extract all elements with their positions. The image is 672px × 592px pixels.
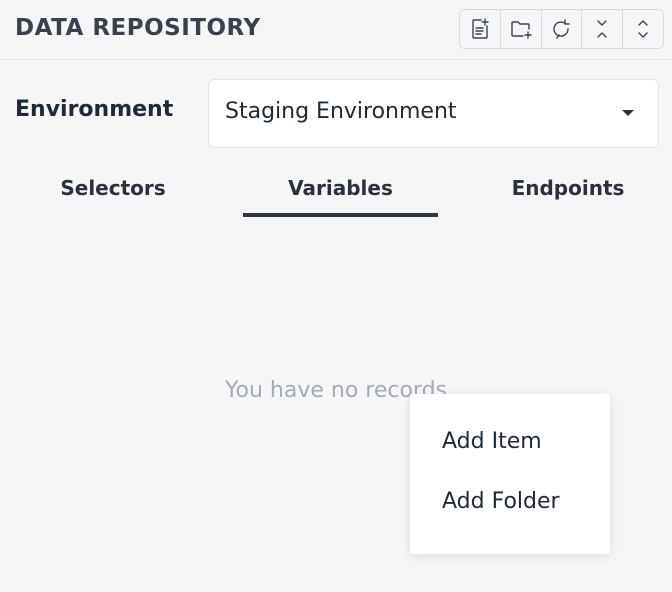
tab-bar: Selectors Variables Endpoints [0, 160, 672, 220]
new-folder-icon [510, 21, 532, 39]
new-file-icon [472, 18, 489, 39]
new-file-button[interactable] [460, 10, 501, 48]
active-tab-indicator [243, 213, 438, 217]
environment-select[interactable]: Staging Environment [208, 79, 659, 148]
collapse-all-icon [597, 20, 607, 38]
add-folder-menu-item[interactable]: Add Folder [442, 489, 560, 514]
add-item-menu-item[interactable]: Add Item [442, 429, 542, 454]
expand-all-button[interactable] [623, 10, 663, 48]
tab-endpoints[interactable]: Endpoints [460, 176, 672, 200]
tab-selectors[interactable]: Selectors [0, 176, 226, 200]
caret-down-icon [622, 110, 634, 116]
refresh-icon [553, 19, 571, 39]
data-repository-panel: DATA REPOSITORY Environment Staging Envi… [0, 0, 672, 592]
environment-selected-value: Staging Environment [225, 99, 457, 124]
collapse-all-button[interactable] [582, 10, 624, 48]
expand-all-icon [638, 20, 648, 38]
new-folder-button[interactable] [501, 10, 542, 48]
panel-title: DATA REPOSITORY [15, 15, 261, 41]
context-menu: Add Item Add Folder [410, 394, 610, 554]
environment-label: Environment [15, 97, 174, 122]
panel-header: DATA REPOSITORY [0, 0, 672, 60]
header-toolbar [459, 9, 664, 49]
tab-variables[interactable]: Variables [243, 176, 438, 200]
refresh-button[interactable] [542, 10, 583, 48]
